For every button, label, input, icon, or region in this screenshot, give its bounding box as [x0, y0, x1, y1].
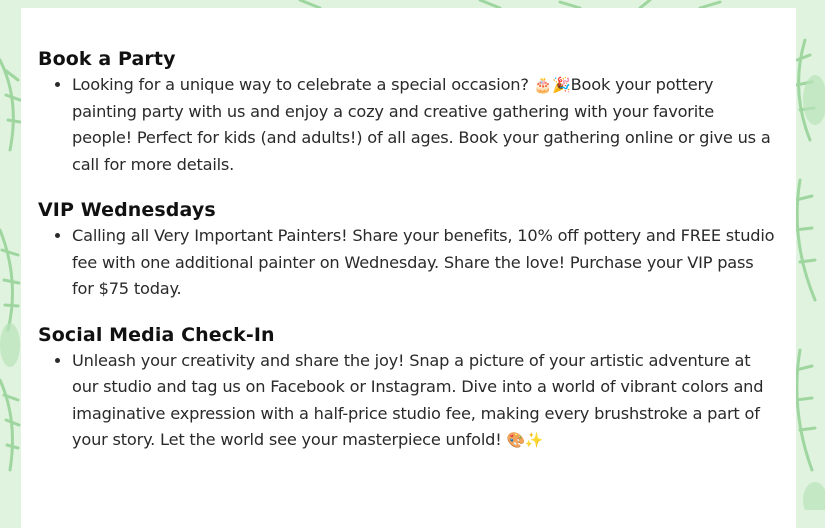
palette-sparkles-emoji-icon: 🎨✨ — [506, 431, 544, 449]
content-card: Book a Party Looking for a unique way to… — [21, 8, 796, 528]
cake-party-emoji-icon: 🎂🎉 — [533, 76, 571, 94]
section-title: VIP Wednesdays — [38, 199, 216, 221]
list-item: Unleash your creativity and share the jo… — [72, 348, 778, 454]
section-title: Social Media Check-In — [38, 323, 275, 346]
item-text: Looking for a unique way to celebrate a … — [72, 75, 534, 94]
item-text: Unleash your creativity and share the jo… — [72, 350, 764, 450]
section-social-media-check-in: Social Media Check-In Unleash your creat… — [38, 324, 778, 454]
item-text: Calling all Very Important Painters! Sha… — [72, 226, 775, 298]
section-vip-wednesdays: VIP Wednesdays Calling all Very Importan… — [38, 199, 778, 303]
list-item: Looking for a unique way to celebrate a … — [72, 72, 778, 178]
list-item: Calling all Very Important Painters! Sha… — [72, 223, 778, 303]
section-book-a-party: Book a Party Looking for a unique way to… — [38, 48, 778, 178]
section-title: Book a Party — [38, 48, 176, 70]
promotions-list: Book a Party Looking for a unique way to… — [38, 48, 778, 475]
